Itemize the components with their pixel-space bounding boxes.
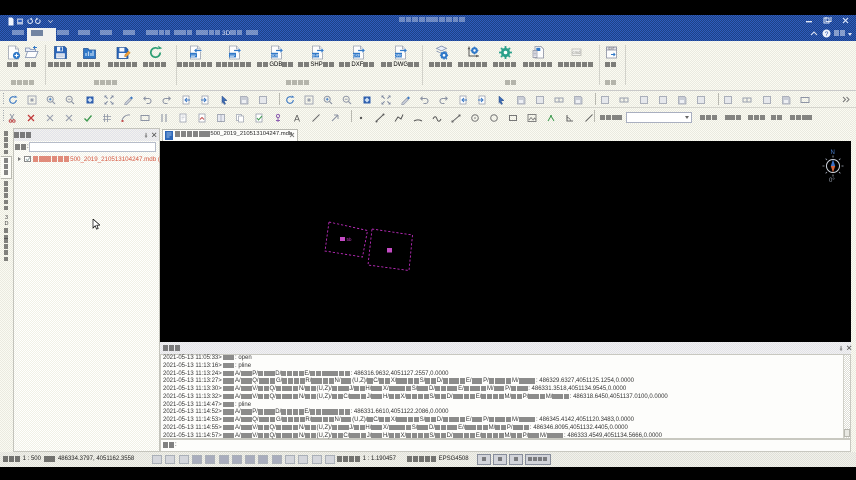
svg-text:5b: 5b — [347, 237, 352, 242]
svg-text:cmd: cmd — [572, 50, 581, 55]
svg-text:GDB: GDB — [270, 54, 278, 58]
svg-text:0°: 0° — [829, 178, 835, 184]
svg-text:SHP: SHP — [311, 54, 319, 58]
svg-text:?: ? — [825, 30, 829, 37]
svg-text:DXF: DXF — [352, 54, 360, 58]
svg-text:EXIT: EXIT — [608, 47, 615, 51]
svg-text:A: A — [294, 114, 300, 123]
svg-text:DWG: DWG — [394, 54, 403, 58]
svg-text:N: N — [831, 150, 835, 156]
